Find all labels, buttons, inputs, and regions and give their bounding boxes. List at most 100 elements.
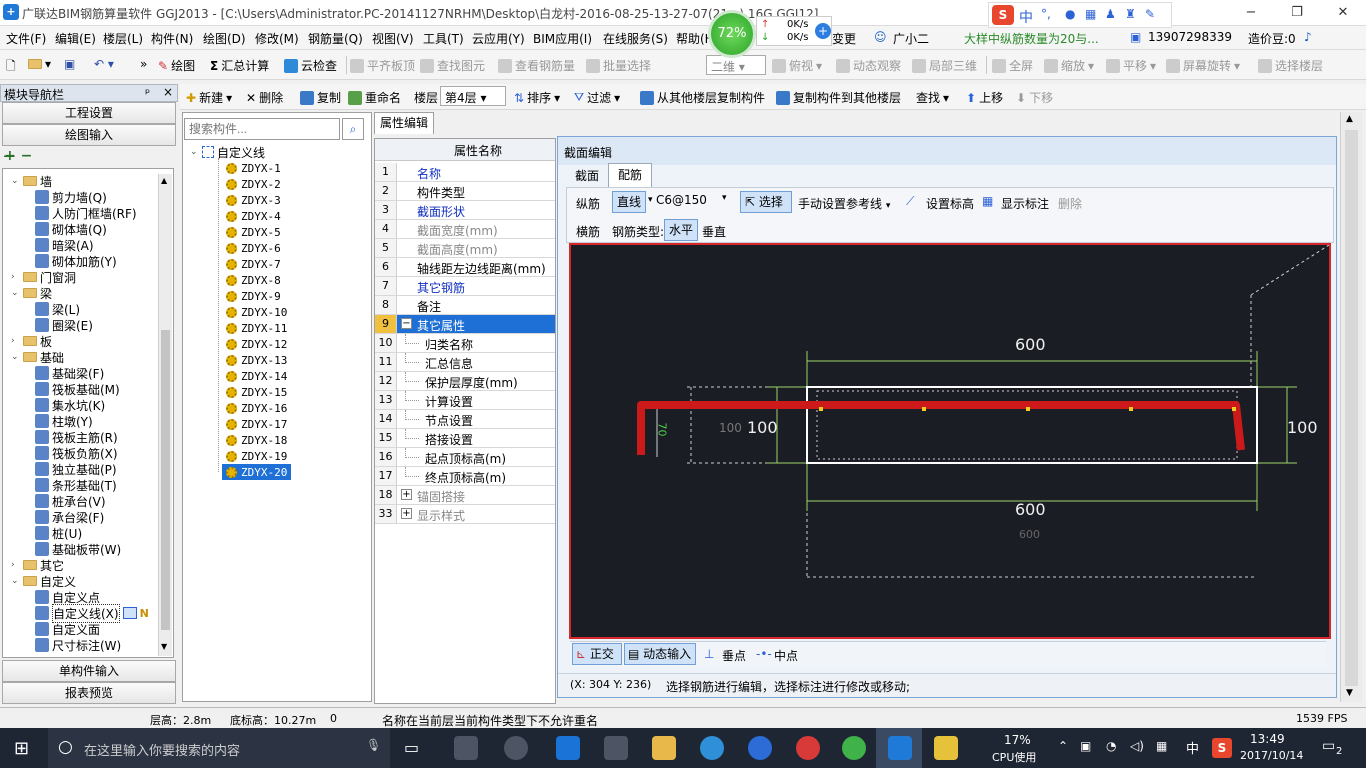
menu-change[interactable]: 变更 [832, 30, 856, 47]
shirt-icon[interactable]: ♜ [1125, 7, 1136, 21]
menu-online[interactable]: 在线服务(S) [603, 30, 668, 47]
component-item[interactable]: ZDYX-16 [226, 400, 287, 416]
close-button[interactable]: ✕ [1320, 0, 1366, 26]
nav-item[interactable]: 梁(L) [35, 301, 80, 317]
notice-text[interactable]: 大样中纵筋数量为20与... [964, 30, 1099, 47]
expand-icon[interactable]: ⌄ [11, 176, 20, 186]
taskbar-search[interactable]: ○ 在这里输入你要搜索的内容 🎙 [48, 728, 390, 768]
property-row[interactable]: 1 名称 [375, 163, 555, 182]
menu-file[interactable]: 文件(F) [6, 30, 46, 47]
select-tool-button[interactable]: ⇱ 选择 [740, 191, 792, 213]
property-row[interactable]: 33 + 显示样式 [375, 505, 555, 524]
nav-item[interactable]: 圈梁(E) [35, 317, 93, 333]
rebar-spec-select[interactable]: C6@150 ▾ [656, 193, 734, 213]
view-mode-select[interactable]: 二维 ▾ [706, 55, 766, 75]
explorer-icon[interactable] [652, 736, 676, 760]
menu-rebar[interactable]: 钢筋量(Q) [308, 30, 363, 47]
nav-scroll-thumb[interactable] [161, 330, 170, 630]
property-row[interactable]: 10 归类名称 [375, 334, 555, 353]
component-item[interactable]: ZDYX-6 [226, 240, 281, 256]
property-row[interactable]: 5 截面高度(mm) [375, 239, 555, 258]
nav-item[interactable]: 砌体墙(Q) [35, 221, 107, 237]
expand-icon[interactable]: + [401, 508, 412, 519]
property-row[interactable]: 15 搭接设置 [375, 429, 555, 448]
save-icon[interactable]: ▣ [64, 57, 75, 71]
component-item[interactable]: ZDYX-2 [226, 176, 281, 192]
nav-item[interactable]: 剪力墙(Q) [35, 189, 107, 205]
task-view-icon[interactable]: ▭ [404, 738, 419, 757]
property-row[interactable]: 12 保护层厚度(mm) [375, 372, 555, 391]
rename-button[interactable]: 重命名 [348, 89, 401, 106]
open-folder-icon[interactable]: ▾ [28, 57, 51, 71]
menu-view[interactable]: 视图(V) [372, 30, 414, 47]
component-item[interactable]: ZDYX-15 [226, 384, 287, 400]
store-icon[interactable] [604, 736, 628, 760]
filter-button[interactable]: ⛛ 过滤 ▾ [574, 89, 620, 106]
volume-icon[interactable]: ◁) [1130, 739, 1144, 753]
delete-component-button[interactable]: ✕ 删除 [246, 89, 283, 106]
menu-cloud[interactable]: 云应用(Y) [472, 30, 525, 47]
component-item[interactable]: ZDYX-18 [226, 432, 287, 448]
manual-ref-button[interactable]: 手动设置参考线 ▾ [798, 195, 890, 212]
nav-folder[interactable]: ⌄ 梁 [11, 285, 52, 301]
nav-item[interactable]: 筏板主筋(R) [35, 429, 118, 445]
draw-input-button[interactable]: 绘图输入 [2, 124, 176, 146]
hook-dim-label[interactable]: 70 [656, 423, 669, 437]
component-item[interactable]: ZDYX-5 [226, 224, 281, 240]
property-row[interactable]: 16 起点顶标高(m) [375, 448, 555, 467]
expand-icon[interactable]: ⌄ [11, 352, 20, 362]
nav-item[interactable]: 自定义面 [35, 621, 100, 637]
nav-folder[interactable]: ⌄ 墙 [11, 173, 52, 189]
nav-item[interactable]: 尺寸标注(W) [35, 637, 121, 653]
batch-select-button[interactable]: 批量选择 [586, 57, 651, 74]
expand-icon[interactable]: ⌄ [11, 288, 20, 298]
ggj-app-icon[interactable] [888, 736, 912, 760]
ime-mode[interactable]: 中 [1019, 7, 1033, 27]
delete-rebar-button[interactable]: 删除 [1058, 195, 1082, 212]
skin-icon[interactable]: ♟ [1105, 7, 1116, 21]
tray-chevron-icon[interactable]: ⌃ [1058, 739, 1068, 753]
draw-button[interactable]: ✎ 绘图 [158, 57, 195, 74]
component-search-input[interactable] [184, 118, 340, 140]
expand-all-icon[interactable]: +̶ − [4, 148, 32, 164]
expand-icon[interactable]: + [401, 489, 412, 500]
main-scrollbar[interactable]: ▲ ▼ [1340, 112, 1362, 702]
menu-modify[interactable]: 修改(M) [255, 30, 299, 47]
top-view-button[interactable]: 俯视 ▾ [772, 57, 822, 74]
midpoint-snap[interactable]: 中点 [774, 647, 798, 664]
nav-item[interactable]: 桩承台(V) [35, 493, 106, 509]
pan-button[interactable]: 平移 ▾ [1106, 57, 1156, 74]
property-row[interactable]: 13 计算设置 [375, 391, 555, 410]
ie-icon[interactable] [700, 736, 724, 760]
show-dimension-button[interactable]: 显示标注 [1001, 195, 1049, 212]
collapse-icon[interactable]: › [11, 336, 20, 346]
dim-left-label[interactable]: 100 [747, 418, 778, 437]
dim-top-label[interactable]: 600 [1015, 335, 1046, 354]
expand-icon[interactable]: ⌄ [190, 147, 199, 157]
keyboard-icon[interactable]: ▦ [1156, 739, 1167, 753]
level-board-button[interactable]: 平齐板顶 [350, 57, 415, 74]
nav-item[interactable]: 集水坑(K) [35, 397, 105, 413]
nav-item[interactable]: 自定义线(X) N [35, 603, 149, 623]
menu-component[interactable]: 构件(N) [151, 30, 193, 47]
component-item[interactable]: ZDYX-8 [226, 272, 281, 288]
new-component-button[interactable]: ✚ 新建 ▾ [186, 89, 232, 106]
edge-icon[interactable] [556, 736, 580, 760]
main-scroll-thumb[interactable] [1345, 130, 1358, 686]
dim-bottom-label[interactable]: 600 [1015, 500, 1046, 519]
nav-item[interactable]: 条形基础(T) [35, 477, 117, 493]
component-item[interactable]: ZDYX-9 [226, 288, 281, 304]
collapse-icon[interactable]: › [11, 560, 20, 570]
menu-draw[interactable]: 绘图(D) [203, 30, 246, 47]
set-elevation-button[interactable]: 设置标高 [926, 195, 974, 212]
menu-bim[interactable]: BIM应用(I) [533, 30, 592, 47]
nav-item[interactable]: 桩(U) [35, 525, 82, 541]
view-rebar-button[interactable]: 查看钢筋量 [498, 57, 575, 74]
pin-icon[interactable]: ᵖ [145, 86, 150, 100]
mic-icon[interactable]: ● [1065, 7, 1075, 21]
component-item[interactable]: ZDYX-4 [226, 208, 281, 224]
rotate-button[interactable]: 屏幕旋转 ▾ [1166, 57, 1240, 74]
minimize-button[interactable]: − [1228, 0, 1274, 26]
copy-to-floor-button[interactable]: 复制构件到其他楼层 [776, 89, 901, 106]
punct-mode[interactable]: °, [1041, 7, 1051, 21]
